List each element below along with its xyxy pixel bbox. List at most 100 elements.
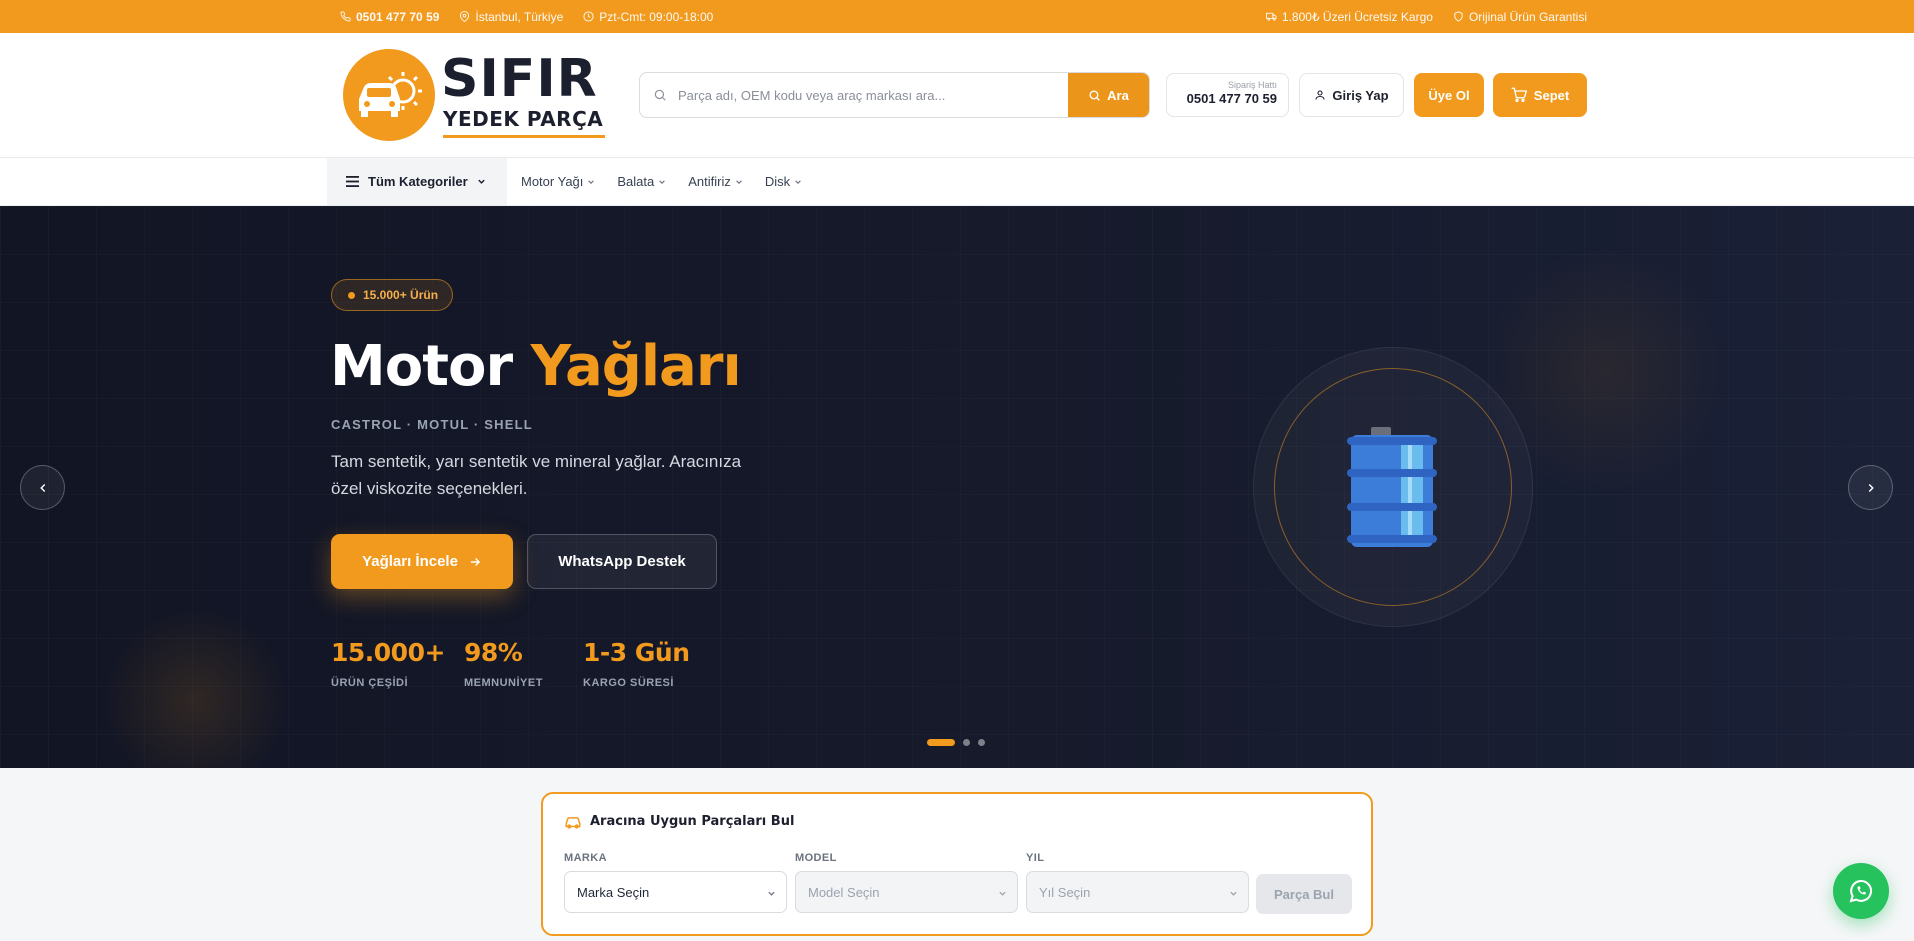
topbar-phone-text: 0501 477 70 59 <box>356 9 440 24</box>
cart-label: Sepet <box>1533 87 1570 103</box>
stat-satisfaction: 98% MEMNUNİYET <box>464 638 543 689</box>
chevron-down-icon <box>736 179 742 184</box>
site-header: SIFIR YEDEK PARÇA Ara Sipariş Hattı 0501… <box>0 33 1914 158</box>
top-bar: 0501 477 70 59 İstanbul, Türkiye Pzt-Cmt… <box>0 0 1914 33</box>
hero-title: Motor Yağları <box>330 334 742 399</box>
topbar-shipping-text: 1.800₺ Üzeri Ücretsiz Kargo <box>1281 9 1433 24</box>
vehicle-part-finder: Aracına Uygun Parçaları Bul MARKA Marka … <box>541 792 1373 936</box>
year-label: YIL <box>1026 852 1045 864</box>
main-nav: Tüm Kategoriler Motor Yağı Balata Antifi… <box>0 158 1914 206</box>
logo-underline <box>443 135 605 138</box>
year-select-value: Yıl Seçin <box>1039 884 1091 900</box>
chevron-down-icon <box>795 179 801 184</box>
topbar-hours-text: Pzt-Cmt: 09:00-18:00 <box>599 9 714 24</box>
shield-icon <box>1454 11 1463 22</box>
whatsapp-float-button[interactable] <box>1833 863 1889 919</box>
brand-select[interactable]: Marka Seçin <box>564 871 787 913</box>
all-categories-button[interactable]: Tüm Kategoriler <box>327 158 507 205</box>
car-gear-icon <box>359 72 422 117</box>
browse-oils-label: Yağları İncele <box>362 553 458 570</box>
menu-icon <box>346 176 359 187</box>
find-parts-button[interactable]: Parça Bul <box>1256 874 1352 914</box>
model-select[interactable]: Model Seçin <box>795 871 1018 913</box>
search-input[interactable] <box>678 73 1058 117</box>
chevron-down-icon <box>477 179 485 184</box>
search-button-label: Ara <box>1107 87 1129 103</box>
stat-label: MEMNUNİYET <box>464 677 543 689</box>
nav-item-disk[interactable]: Disk <box>765 174 802 189</box>
slider-dot-3[interactable] <box>978 739 985 746</box>
finder-title: Aracına Uygun Parçaları Bul <box>564 814 794 829</box>
logo-subtitle: YEDEK PARÇA <box>443 107 604 131</box>
nav-item-label: Disk <box>764 174 791 189</box>
phone-icon <box>340 11 351 22</box>
hero-brands: CASTROL · MOTUL · SHELL <box>331 417 533 432</box>
slider-dot-1[interactable] <box>927 739 955 746</box>
topbar-location: İstanbul, Türkiye <box>459 10 563 24</box>
slider-prev-button[interactable] <box>20 465 65 510</box>
cart-icon <box>1511 87 1527 102</box>
logo-title: SIFIR <box>441 49 598 109</box>
car-icon <box>565 816 581 829</box>
login-button[interactable]: Giriş Yap <box>1299 73 1404 117</box>
login-label: Giriş Yap <box>1332 87 1389 103</box>
topbar-hours: Pzt-Cmt: 09:00-18:00 <box>583 10 713 24</box>
hero-badge-text: 15.000+ Ürün <box>363 288 439 302</box>
nav-item-antifiriz[interactable]: Antifiriz <box>688 174 743 189</box>
hero-badge: 15.000+ Ürün <box>331 279 454 311</box>
register-button[interactable]: Üye Ol <box>1414 73 1484 117</box>
hero-description: Tam sentetik, yarı sentetik ve mineral y… <box>331 452 742 498</box>
slider-next-button[interactable] <box>1848 465 1893 510</box>
chevron-right-icon <box>1868 483 1874 492</box>
clock-icon <box>583 11 594 22</box>
badge-dot <box>348 291 355 299</box>
nav-item-balata[interactable]: Balata <box>617 174 666 189</box>
nav-item-label: Motor Yağı <box>521 174 584 189</box>
user-icon <box>1315 90 1325 100</box>
oil-barrel-icon <box>1347 427 1437 547</box>
search-button[interactable]: Ara <box>1068 73 1149 117</box>
stat-shipping: 1-3 Gün KARGO SÜRESİ <box>583 638 690 689</box>
brand-select-value: Marka Seçin <box>577 884 650 900</box>
all-categories-label: Tüm Kategoriler <box>368 174 468 189</box>
search-bar: Ara <box>639 72 1150 118</box>
brand-label: MARKA <box>564 852 607 864</box>
finder-title-text: Aracına Uygun Parçaları Bul <box>590 814 795 829</box>
order-hotline[interactable]: Sipariş Hattı 0501 477 70 59 <box>1166 73 1289 117</box>
topbar-guarantee-text: Orijinal Ürün Garantisi <box>1468 9 1587 24</box>
chevron-down-icon <box>659 179 666 184</box>
site-logo[interactable]: SIFIR YEDEK PARÇA <box>343 47 605 141</box>
nav-item-label: Antifiriz <box>688 174 731 189</box>
stat-value: 1-3 Gün <box>583 638 690 667</box>
slider-dots <box>927 739 985 746</box>
chevron-down-icon <box>999 891 1006 896</box>
nav-item-label: Balata <box>617 174 655 189</box>
slider-dot-2[interactable] <box>963 739 970 746</box>
topbar-phone[interactable]: 0501 477 70 59 <box>340 10 439 24</box>
stat-value: 15.000+ <box>331 638 445 667</box>
search-icon <box>1089 89 1101 101</box>
whatsapp-icon <box>1849 879 1873 903</box>
hero-title-white: Motor <box>330 334 513 399</box>
topbar-guarantee: Orijinal Ürün Garantisi <box>1453 10 1587 24</box>
chevron-down-icon <box>1230 891 1237 896</box>
topbar-shipping: 1.800₺ Üzeri Ücretsiz Kargo <box>1265 9 1433 24</box>
topbar-location-text: İstanbul, Türkiye <box>475 9 564 24</box>
hotline-label: Sipariş Hattı <box>1227 80 1277 90</box>
browse-oils-button[interactable]: Yağları İncele <box>331 534 513 589</box>
logo-emblem <box>343 49 435 141</box>
stat-label: KARGO SÜRESİ <box>583 677 674 689</box>
stat-products: 15.000+ ÜRÜN ÇEŞİDİ <box>331 638 445 689</box>
nav-item-motor-yagi[interactable]: Motor Yağı <box>521 174 595 189</box>
chevron-down-icon <box>768 891 775 896</box>
chevron-left-icon <box>39 483 45 492</box>
hotline-number: 0501 477 70 59 <box>1186 91 1277 106</box>
location-pin-icon <box>460 11 470 22</box>
whatsapp-support-button[interactable]: WhatsApp Destek <box>527 534 717 589</box>
stat-value: 98% <box>464 638 523 667</box>
year-select[interactable]: Yıl Seçin <box>1026 871 1249 913</box>
stat-label: ÜRÜN ÇEŞİDİ <box>331 677 409 689</box>
hero-title-accent: Yağları <box>530 334 742 399</box>
cart-button[interactable]: Sepet <box>1493 73 1587 117</box>
chevron-down-icon <box>588 179 595 184</box>
